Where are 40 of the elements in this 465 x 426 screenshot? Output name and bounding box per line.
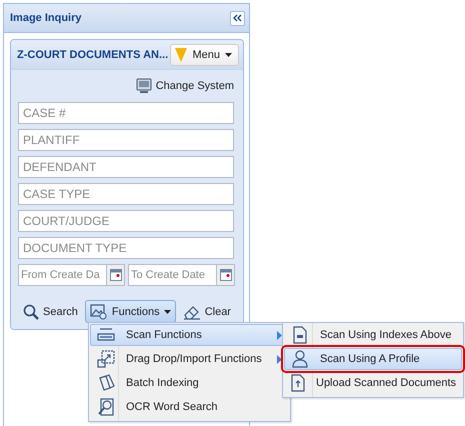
menu-item[interactable]: Scan Using A Profile bbox=[284, 348, 462, 370]
clear-button[interactable]: Clear bbox=[178, 300, 236, 323]
menu-item[interactable]: OCR Word Search bbox=[90, 396, 289, 418]
text-field[interactable]: PLANTIFF bbox=[18, 129, 234, 151]
person-icon bbox=[292, 350, 308, 368]
monitor-icon bbox=[136, 78, 152, 94]
image-gear-icon bbox=[90, 304, 108, 320]
funnel-icon bbox=[175, 46, 188, 62]
calendar-icon bbox=[110, 269, 122, 281]
document-icon bbox=[293, 326, 307, 344]
panel-title: Image Inquiry bbox=[10, 12, 82, 24]
text-field[interactable]: CASE TYPE bbox=[18, 183, 234, 205]
submenu-arrow-icon bbox=[277, 354, 282, 364]
magnifier-document-icon bbox=[98, 398, 114, 416]
scanner-icon bbox=[97, 327, 115, 343]
caret-icon bbox=[225, 52, 232, 56]
date-field[interactable]: From Create Da bbox=[18, 264, 106, 286]
menu-button[interactable]: Menu bbox=[170, 44, 239, 66]
change-system-button[interactable]: Change System bbox=[134, 78, 236, 94]
calendar-icon bbox=[220, 269, 232, 281]
functions-button[interactable]: Functions bbox=[84, 300, 176, 323]
eraser-icon bbox=[182, 304, 201, 320]
text-field[interactable]: DEFENDANT bbox=[18, 156, 234, 178]
search-button[interactable]: Search bbox=[18, 300, 83, 323]
import-icon bbox=[97, 350, 115, 368]
text-field[interactable]: CASE # bbox=[18, 102, 234, 124]
text-field[interactable]: DOCUMENT TYPE bbox=[18, 237, 234, 259]
search-icon bbox=[23, 304, 39, 320]
double-chevron-icon bbox=[233, 14, 242, 22]
submenu-arrow-icon bbox=[277, 330, 282, 340]
text-field[interactable]: COURT/JUDGE bbox=[18, 210, 234, 232]
calendar-button[interactable] bbox=[106, 264, 125, 286]
pages-icon bbox=[97, 374, 115, 392]
date-field[interactable]: To Create Date bbox=[128, 264, 216, 286]
collapse-button[interactable] bbox=[230, 10, 245, 26]
calendar-button[interactable] bbox=[216, 264, 235, 286]
caret-icon bbox=[164, 310, 171, 314]
menu-item[interactable]: Upload Scanned Documents bbox=[284, 372, 462, 394]
section-title: Z-COURT DOCUMENTS AN... bbox=[17, 48, 168, 60]
upload-document-icon bbox=[291, 374, 305, 392]
